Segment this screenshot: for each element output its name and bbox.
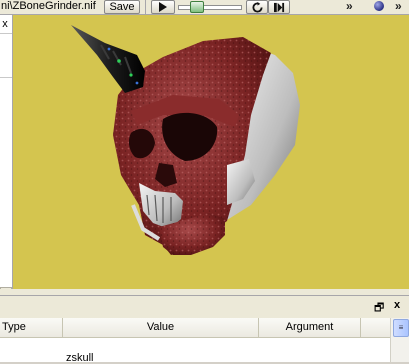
- timeline-slider-thumb[interactable]: [190, 1, 204, 13]
- loop-button[interactable]: [246, 0, 268, 14]
- toolbar-separator: [145, 0, 146, 14]
- file-name-label: ni\ZBoneGrinder.nif: [1, 0, 96, 12]
- skull-model: [71, 25, 300, 255]
- restore-icon[interactable]: 🗗: [374, 299, 384, 318]
- play-button[interactable]: [151, 0, 175, 14]
- step-icon: [273, 2, 284, 12]
- play-icon: [159, 2, 167, 12]
- table-cell-value[interactable]: zskull: [66, 352, 94, 364]
- scrollbar-thumb[interactable]: ≡: [393, 319, 409, 337]
- properties-panel: 🗗 x Type Value Argument ≡ zskull: [0, 295, 409, 364]
- table-header: Type Value Argument: [0, 318, 390, 338]
- timeline-slider-track[interactable]: [178, 5, 242, 10]
- properties-panel-header: 🗗 x: [0, 296, 409, 318]
- column-header-value[interactable]: Value: [63, 318, 259, 337]
- column-header-argument[interactable]: Argument: [259, 318, 361, 337]
- vertical-scrollbar[interactable]: ≡: [390, 318, 409, 362]
- close-icon[interactable]: x: [394, 299, 400, 311]
- left-panel-close-button[interactable]: x: [0, 18, 10, 30]
- step-button[interactable]: [268, 0, 290, 14]
- toolbar-overflow-button[interactable]: »: [346, 0, 353, 13]
- save-button[interactable]: Save: [104, 0, 140, 14]
- loop-icon: [251, 1, 263, 13]
- left-panel-divider: [0, 33, 12, 34]
- sphere-icon[interactable]: [374, 1, 384, 11]
- toolbar: ni\ZBoneGrinder.nif Save » »: [0, 0, 409, 15]
- toolbar-overflow-button-2[interactable]: »: [395, 0, 402, 13]
- left-panel-divider: [0, 77, 12, 78]
- column-header-type[interactable]: Type: [0, 318, 63, 337]
- left-panel: x >: [0, 15, 13, 303]
- render-viewport[interactable]: [13, 15, 409, 289]
